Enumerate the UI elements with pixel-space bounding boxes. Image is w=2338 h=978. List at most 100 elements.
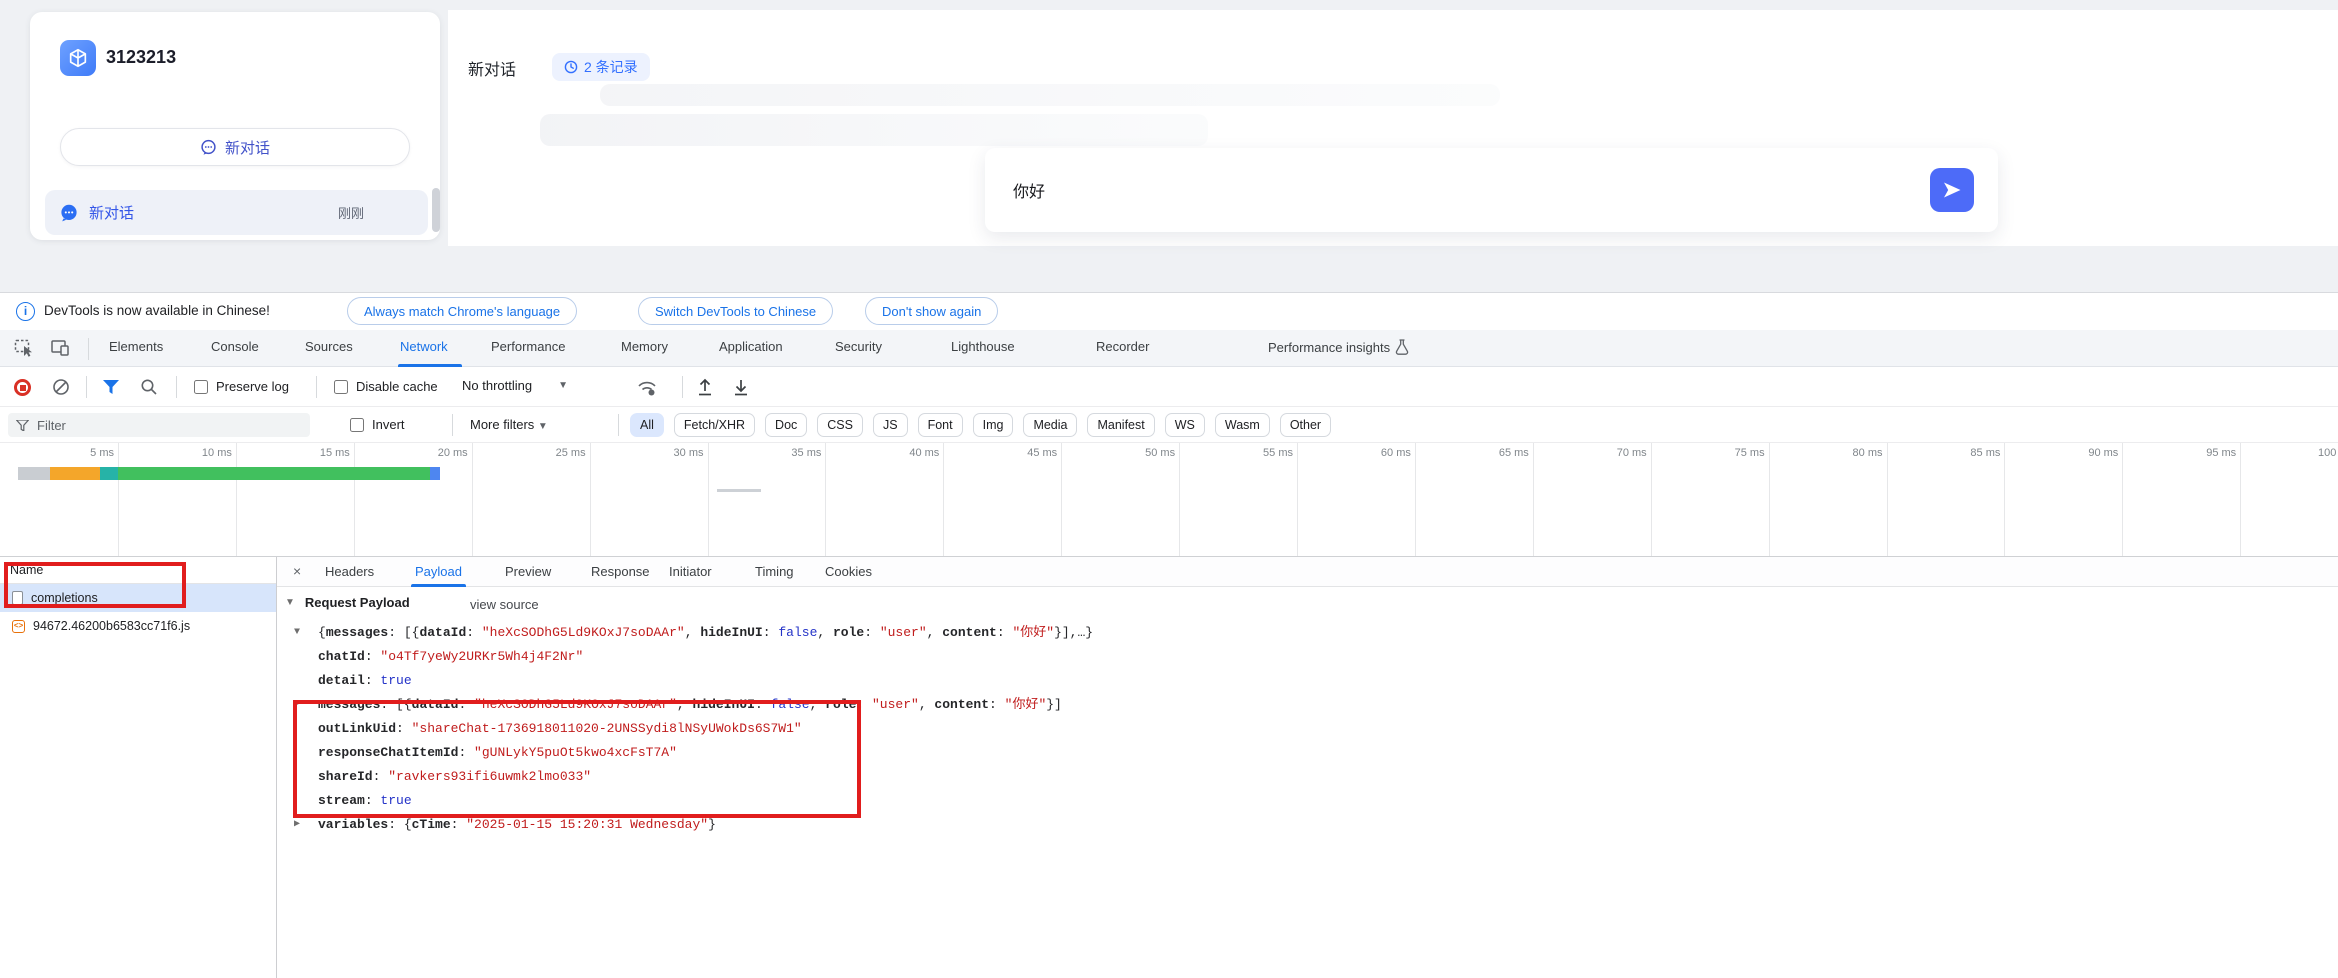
chat-records-button[interactable]: 2 条记录 bbox=[552, 53, 650, 81]
timeline-tick-label: 45 ms bbox=[967, 447, 1057, 459]
timeline-gridline bbox=[1179, 443, 1180, 557]
request-row-js-file[interactable]: <> 94672.46200b6583cc71f6.js bbox=[0, 612, 276, 640]
filter-chip-fetch-xhr[interactable]: Fetch/XHR bbox=[674, 413, 755, 437]
devtools-tab-memory[interactable]: Memory bbox=[621, 339, 668, 354]
chat-header-title: 新对话 bbox=[468, 56, 516, 80]
sidebar-scrollbar-thumb[interactable] bbox=[432, 188, 440, 232]
network-toolbar: Preserve log Disable cache No throttling… bbox=[0, 367, 2338, 407]
filter-input[interactable] bbox=[8, 413, 310, 437]
disable-cache-label: Disable cache bbox=[356, 379, 438, 394]
timeline-tick-label: 85 ms bbox=[1910, 447, 2000, 459]
chat-input[interactable]: 你好 bbox=[985, 148, 1998, 232]
detail-tab-cookies[interactable]: Cookies bbox=[825, 564, 872, 579]
chat-history-item[interactable]: 新对话 刚刚 bbox=[45, 190, 428, 235]
send-icon bbox=[1941, 179, 1963, 201]
search-icon[interactable] bbox=[140, 378, 158, 396]
devtools-tab-console[interactable]: Console bbox=[211, 339, 259, 354]
view-source-link[interactable]: view source bbox=[470, 597, 539, 612]
devtools-tab-sources[interactable]: Sources bbox=[305, 339, 353, 354]
record-network-log-icon[interactable] bbox=[14, 379, 31, 396]
timeline-gridline bbox=[354, 443, 355, 557]
devtools-tab-network[interactable]: Network bbox=[400, 339, 448, 354]
filter-chip-all[interactable]: All bbox=[630, 413, 664, 437]
filter-chip-ws[interactable]: WS bbox=[1165, 413, 1205, 437]
filter-chip-wasm[interactable]: Wasm bbox=[1215, 413, 1270, 437]
devtools-tab-performance[interactable]: Performance bbox=[491, 339, 565, 354]
payload-line: detail: true bbox=[294, 669, 2314, 693]
inspect-icon[interactable] bbox=[14, 338, 34, 358]
js-file-icon: <> bbox=[12, 620, 25, 633]
export-har-icon[interactable] bbox=[732, 377, 750, 397]
loading-skeleton bbox=[540, 114, 1208, 146]
disable-cache-checkbox[interactable] bbox=[334, 380, 348, 394]
import-har-icon[interactable] bbox=[696, 377, 714, 397]
network-conditions-icon[interactable] bbox=[636, 377, 658, 397]
waterfall-bar-segment bbox=[50, 467, 100, 480]
timeline-gridline bbox=[1651, 443, 1652, 557]
filter-chip-manifest[interactable]: Manifest bbox=[1087, 413, 1154, 437]
info-icon: i bbox=[16, 302, 35, 321]
invert-label: Invert bbox=[372, 417, 405, 432]
filter-chip-img[interactable]: Img bbox=[973, 413, 1014, 437]
devtools-tab-application[interactable]: Application bbox=[719, 339, 783, 354]
filter-chip-other[interactable]: Other bbox=[1280, 413, 1331, 437]
banner-button-switch-chinese[interactable]: Switch DevTools to Chinese bbox=[638, 297, 833, 325]
filter-chip-css[interactable]: CSS bbox=[817, 413, 863, 437]
filter-chip-media[interactable]: Media bbox=[1023, 413, 1077, 437]
new-chat-button[interactable]: 新对话 bbox=[60, 128, 410, 166]
devtools-tab-elements[interactable]: Elements bbox=[109, 339, 163, 354]
request-name: 94672.46200b6583cc71f6.js bbox=[33, 619, 190, 633]
timeline-tick-label: 95 ms bbox=[2146, 447, 2236, 459]
filter-funnel-icon[interactable] bbox=[102, 380, 120, 394]
waterfall-bar-segment bbox=[18, 467, 50, 480]
request-payload-section-header[interactable]: ▼ Request Payload bbox=[285, 595, 410, 610]
filter-text-field[interactable] bbox=[37, 418, 287, 433]
payload-line: chatId: "o4Tf7yeWy2URKr5Wh4j4F2Nr" bbox=[294, 645, 2314, 669]
network-filter-bar: Invert More filters ▼ All Fetch/XHR Doc CSS… bbox=[0, 407, 2338, 443]
devtools-tab-performance-insights[interactable]: Performance insights bbox=[1268, 339, 1409, 355]
close-icon[interactable]: × bbox=[293, 563, 301, 579]
timeline-tick-label: 80 ms bbox=[1793, 447, 1883, 459]
timeline-gridline bbox=[1297, 443, 1298, 557]
filter-chip-js[interactable]: JS bbox=[873, 413, 908, 437]
throttling-value: No throttling bbox=[462, 378, 532, 393]
clear-icon[interactable] bbox=[52, 378, 70, 396]
timeline-gridline bbox=[943, 443, 944, 557]
annotation-red-box-payload bbox=[293, 700, 861, 818]
triangle-expander-icon[interactable]: ▼ bbox=[294, 621, 318, 645]
chat-bubble-icon bbox=[200, 139, 217, 156]
preserve-log-checkbox[interactable] bbox=[194, 380, 208, 394]
detail-tab-initiator[interactable]: Initiator bbox=[669, 564, 712, 579]
chat-input-value[interactable]: 你好 bbox=[1013, 178, 1930, 202]
timeline-gridline bbox=[2240, 443, 2241, 557]
network-overview-timeline[interactable]: 5 ms10 ms15 ms20 ms25 ms30 ms35 ms40 ms4… bbox=[0, 443, 2338, 557]
screen: 新对话 2 条记录 你好 3123213 新对话 bbox=[0, 0, 2338, 978]
loading-skeleton bbox=[600, 84, 1500, 106]
devtools-tab-recorder[interactable]: Recorder bbox=[1096, 339, 1149, 354]
app-logo-icon bbox=[60, 40, 96, 76]
filter-chip-doc[interactable]: Doc bbox=[765, 413, 807, 437]
send-button[interactable] bbox=[1930, 168, 1974, 212]
chat-history-time: 刚刚 bbox=[338, 203, 414, 222]
banner-button-dont-show[interactable]: Don't show again bbox=[865, 297, 998, 325]
detail-tab-payload[interactable]: Payload bbox=[415, 564, 462, 579]
devtools-tab-security[interactable]: Security bbox=[835, 339, 882, 354]
detail-tab-timing[interactable]: Timing bbox=[755, 564, 794, 579]
more-filters-dropdown[interactable]: More filters ▼ bbox=[470, 417, 548, 432]
devtools-tab-lighthouse[interactable]: Lighthouse bbox=[951, 339, 1015, 354]
timeline-gridline bbox=[1769, 443, 1770, 557]
timeline-tick-label: 35 ms bbox=[731, 447, 821, 459]
timeline-tick-label: 90 ms bbox=[2028, 447, 2118, 459]
triangle-expander-icon[interactable]: ▼ bbox=[285, 597, 295, 608]
timeline-gridline bbox=[236, 443, 237, 557]
detail-tab-headers[interactable]: Headers bbox=[325, 564, 374, 579]
filter-chip-font[interactable]: Font bbox=[918, 413, 963, 437]
timeline-tick-label: 5 ms bbox=[24, 447, 114, 459]
devtools-language-banner: i DevTools is now available in Chinese! … bbox=[0, 293, 2338, 330]
detail-tab-response[interactable]: Response bbox=[591, 564, 650, 579]
detail-tab-preview[interactable]: Preview bbox=[505, 564, 551, 579]
invert-checkbox[interactable] bbox=[350, 418, 364, 432]
throttling-select[interactable]: No throttling ▼ bbox=[462, 378, 568, 393]
banner-button-match-language[interactable]: Always match Chrome's language bbox=[347, 297, 577, 325]
device-toolbar-icon[interactable] bbox=[50, 338, 70, 358]
